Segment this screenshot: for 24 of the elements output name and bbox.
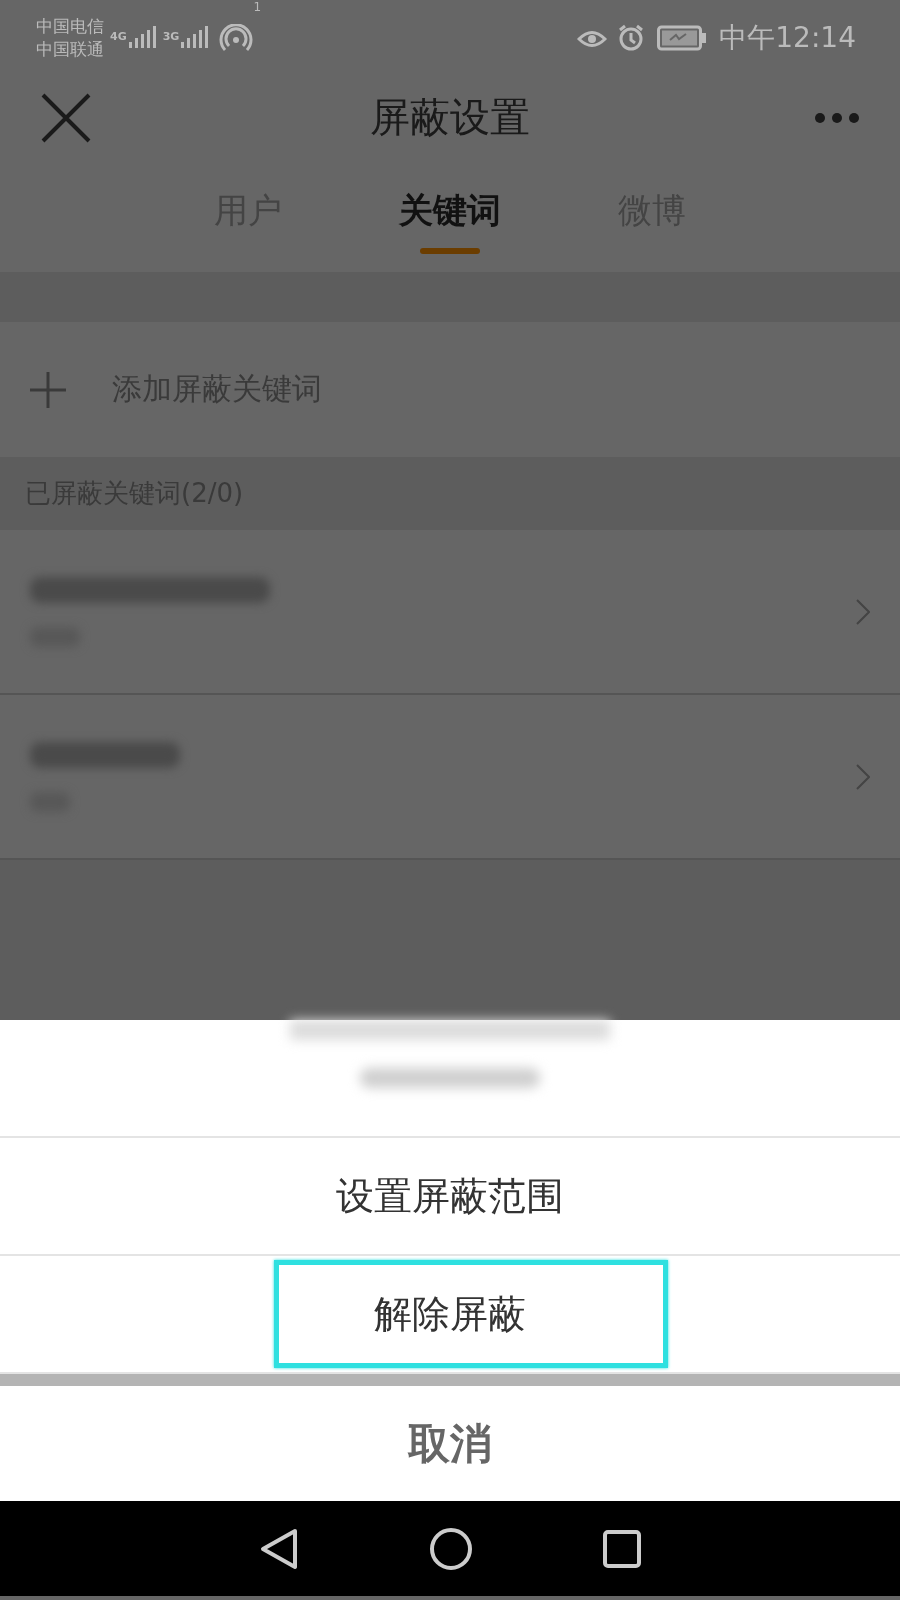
alarm-icon [617,23,646,52]
page-title: 屏蔽设置 [370,94,530,140]
chevron-right-icon [856,598,870,625]
chevron-right-icon [856,763,870,790]
hotspot-icon [219,23,254,52]
home-icon[interactable] [429,1526,473,1571]
close-icon[interactable] [40,91,92,144]
network-type: 4G [110,29,127,43]
signal-icon [179,25,210,50]
network-type: 3G [162,29,180,43]
tab[interactable]: 关键词 [393,160,507,272]
plus-icon[interactable] [30,371,66,408]
carrier-name: 中国联通 [36,37,104,61]
cancel-button[interactable]: 取消 [402,1414,498,1473]
clock-time: 中午12:14 [719,19,856,56]
carrier-name: 中国电信 [36,14,104,38]
hotspot-count: 1 [253,0,261,14]
more-icon[interactable] [814,111,860,124]
recents-icon[interactable] [603,1529,641,1568]
battery-icon [657,24,708,51]
back-icon[interactable] [259,1527,299,1570]
signal-icon [126,25,157,50]
sheet-option[interactable]: 解除屏蔽 [374,1288,526,1340]
sheet-option[interactable]: 设置屏蔽范围 [336,1170,564,1222]
